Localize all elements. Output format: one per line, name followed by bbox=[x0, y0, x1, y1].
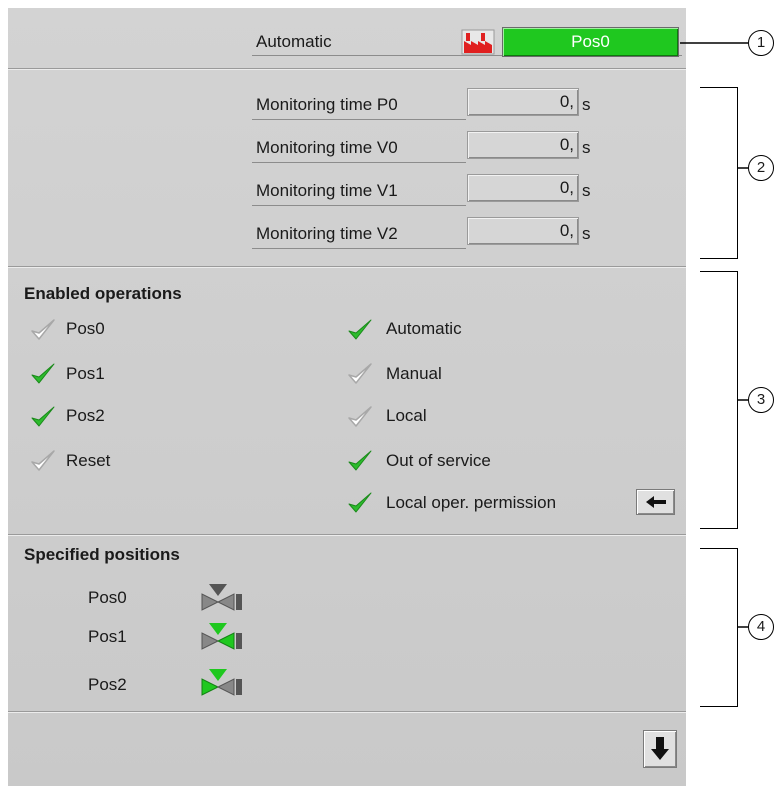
callout-3: 3 bbox=[748, 387, 774, 413]
callout-4: 4 bbox=[748, 614, 774, 640]
callout-bracket-3 bbox=[700, 271, 738, 529]
callout-1: 1 bbox=[748, 30, 774, 56]
callout-2: 2 bbox=[748, 155, 774, 181]
callout-bracket-2 bbox=[700, 87, 738, 259]
callout-bracket-4 bbox=[700, 548, 738, 707]
callout-lines bbox=[680, 42, 748, 628]
